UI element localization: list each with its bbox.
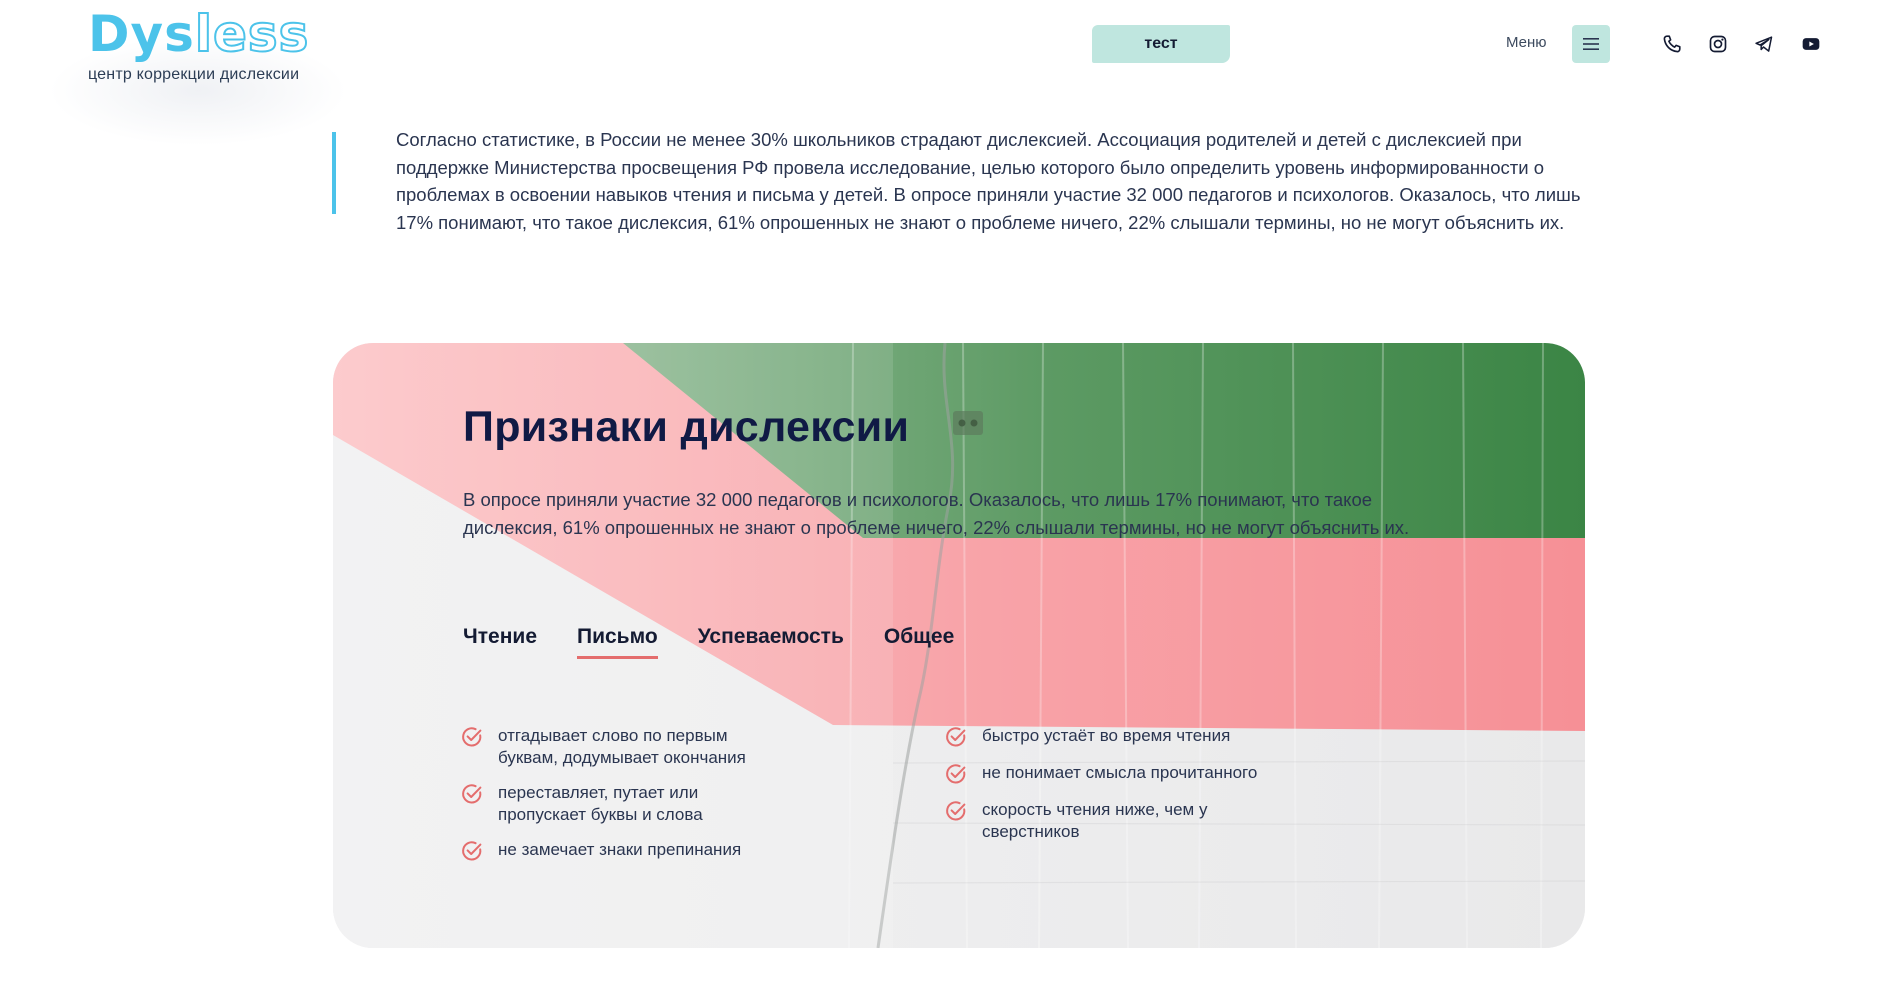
telegram-icon	[1755, 36, 1773, 52]
check-circle-icon	[462, 841, 482, 861]
list-item: не понимает смысла прочитанного	[944, 762, 1284, 786]
sign-text: не понимает смысла прочитанного	[982, 763, 1258, 782]
tab-performance[interactable]: Успеваемость	[698, 625, 844, 659]
check-circle-icon	[946, 764, 966, 784]
signs-title: Признаки дислексии	[463, 403, 910, 451]
sign-text: не замечает знаки препинания	[498, 840, 742, 859]
logo-wordmark: Dysless	[88, 5, 388, 63]
logo-wordmark-part2: less	[194, 5, 310, 63]
test-button[interactable]: тест	[1092, 25, 1230, 63]
intro-paragraph: Согласно статистике, в России не менее 3…	[396, 129, 1581, 233]
sign-text: скорость чтения ниже, чем у сверстников	[982, 800, 1208, 841]
signs-list-right: быстро устаёт во время чтения не понимае…	[944, 725, 1284, 856]
list-item: отгадывает слово по первым буквам, додум…	[460, 725, 800, 769]
check-circle-icon	[462, 784, 482, 804]
tab-reading[interactable]: Чтение	[463, 625, 537, 659]
instagram-icon	[1709, 35, 1727, 53]
phone-link[interactable]	[1660, 32, 1684, 56]
sign-text: отгадывает слово по первым буквам, додум…	[498, 726, 746, 767]
logo[interactable]: Dysless центр коррекции дислексии	[48, 5, 388, 146]
tab-general[interactable]: Общее	[884, 625, 954, 659]
youtube-link[interactable]	[1799, 32, 1823, 56]
list-item: не замечает знаки препинания	[460, 839, 800, 863]
menu-label[interactable]: Меню	[1506, 34, 1547, 51]
telegram-link[interactable]	[1752, 32, 1776, 56]
check-circle-icon	[462, 727, 482, 747]
list-item: переставляет, путает или пропускает букв…	[460, 782, 800, 826]
quote-bar	[332, 132, 336, 214]
phone-icon	[1663, 35, 1681, 53]
tab-writing[interactable]: Письмо	[577, 625, 658, 659]
youtube-icon	[1802, 38, 1820, 50]
signs-description: В опросе приняли участие 32 000 педагого…	[463, 489, 1410, 538]
signs-list-left: отгадывает слово по первым буквам, додум…	[460, 725, 800, 876]
instagram-link[interactable]	[1706, 32, 1730, 56]
list-item: быстро устаёт во время чтения	[944, 725, 1284, 749]
menu-button[interactable]	[1572, 25, 1610, 63]
hamburger-icon	[1583, 38, 1599, 50]
sign-text: быстро устаёт во время чтения	[982, 726, 1231, 745]
logo-wordmark-part1: Dys	[88, 5, 195, 63]
site-header: Dysless центр коррекции дислексии тест М…	[0, 0, 1889, 146]
dyslexia-signs-card: Признаки дислексии В опросе приняли учас…	[333, 343, 1585, 948]
sign-text: переставляет, путает или пропускает букв…	[498, 783, 703, 824]
logo-subtitle: центр коррекции дислексии	[88, 66, 300, 83]
list-item: скорость чтения ниже, чем у сверстников	[944, 799, 1284, 843]
signs-tabs: Чтение Письмо Успеваемость Общее	[463, 625, 954, 659]
check-circle-icon	[946, 727, 966, 747]
check-circle-icon	[946, 801, 966, 821]
